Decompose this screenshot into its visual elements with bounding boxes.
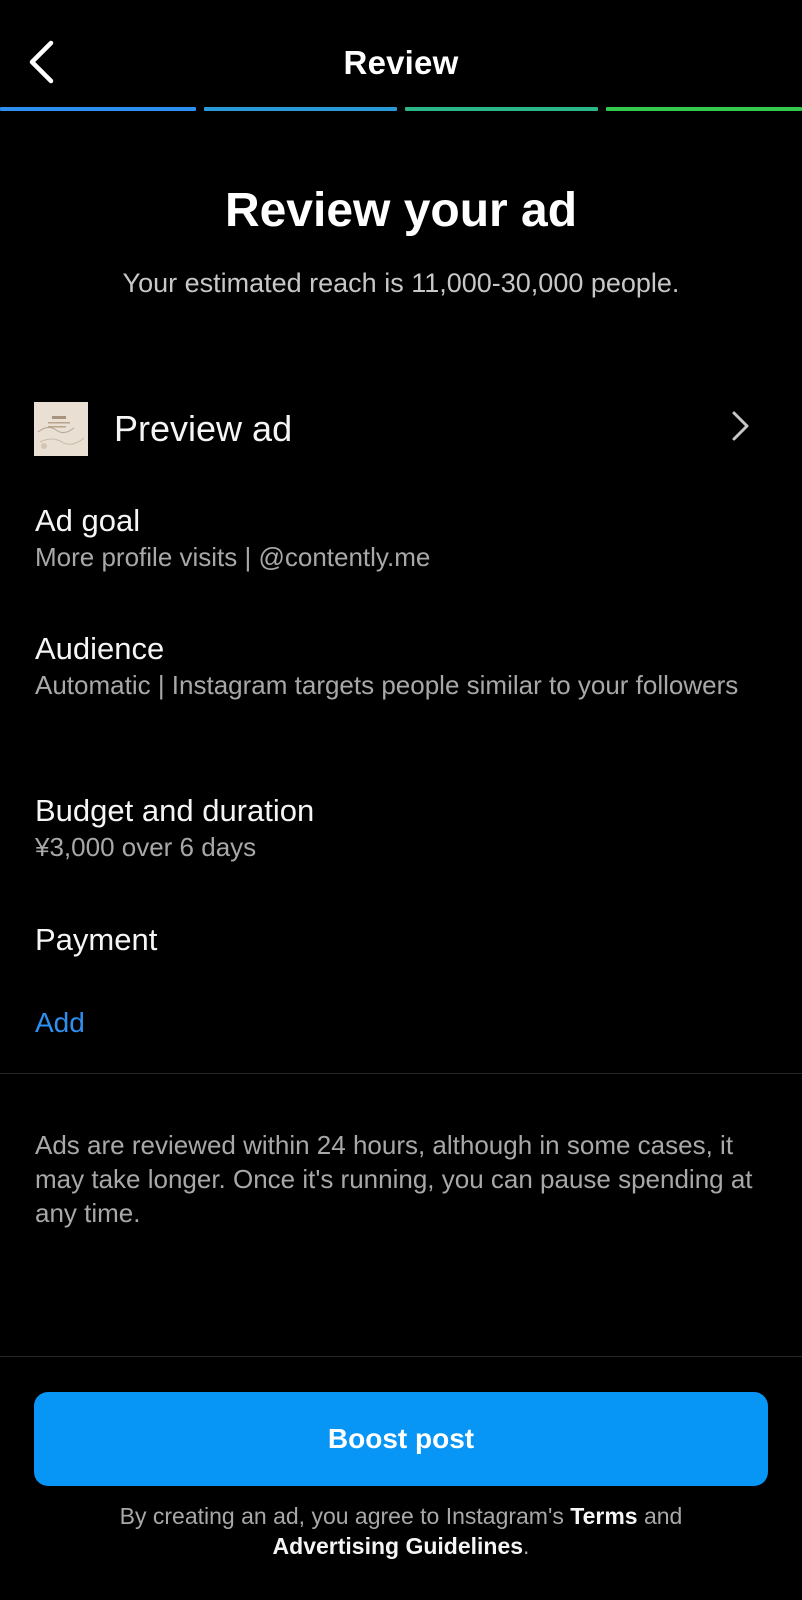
legal-suffix: . bbox=[523, 1533, 530, 1559]
review-heading: Review your ad bbox=[224, 184, 578, 237]
add-payment-link[interactable]: Add bbox=[35, 1007, 85, 1039]
progress-step-4 bbox=[606, 107, 802, 111]
budget-value: ¥3,000 over 6 days bbox=[35, 832, 257, 862]
legal-prefix: By creating an ad, you agree to Instagra… bbox=[119, 1503, 564, 1529]
chevron-right-icon bbox=[732, 411, 749, 441]
legal-notice: By creating an ad, you agree to Instagra… bbox=[0, 1501, 802, 1561]
ad-goal-title: Ad goal bbox=[35, 503, 141, 538]
review-info-text: Ads are reviewed within 24 hours, althou… bbox=[35, 1130, 753, 1228]
payment-title: Payment bbox=[35, 922, 158, 957]
budget-section: Budget and duration ¥3,000 over 6 days bbox=[35, 792, 775, 864]
divider bbox=[0, 1356, 802, 1357]
preview-ad-label: Preview ad bbox=[114, 408, 293, 449]
progress-step-2 bbox=[204, 107, 397, 111]
terms-link[interactable]: Terms bbox=[570, 1503, 637, 1529]
post-thumbnail bbox=[34, 402, 88, 456]
audience-title: Audience bbox=[35, 631, 165, 666]
divider bbox=[0, 1073, 802, 1074]
legal-and: and bbox=[643, 1503, 683, 1529]
audience-section: Audience Automatic | Instagram targets p… bbox=[35, 630, 775, 702]
audience-value: Automatic | Instagram targets people sim… bbox=[35, 670, 739, 700]
progress-step-3 bbox=[405, 107, 598, 111]
top-bar: Review bbox=[0, 0, 802, 108]
boost-post-button[interactable]: Boost post bbox=[34, 1392, 768, 1486]
budget-title: Budget and duration bbox=[35, 793, 315, 828]
advertising-guidelines-link[interactable]: Advertising Guidelines bbox=[273, 1533, 524, 1559]
preview-ad-row[interactable]: Preview ad bbox=[0, 396, 802, 458]
progress-step-1 bbox=[0, 107, 196, 111]
payment-section: Payment bbox=[35, 921, 775, 959]
estimated-reach-text: Your estimated reach is 11,000-30,000 pe… bbox=[122, 268, 680, 298]
ad-goal-value: More profile visits | @contently.me bbox=[35, 542, 431, 572]
step-progress-bar bbox=[0, 107, 802, 112]
ad-goal-section: Ad goal More profile visits | @contently… bbox=[35, 502, 775, 574]
page-title: Review bbox=[343, 44, 459, 81]
